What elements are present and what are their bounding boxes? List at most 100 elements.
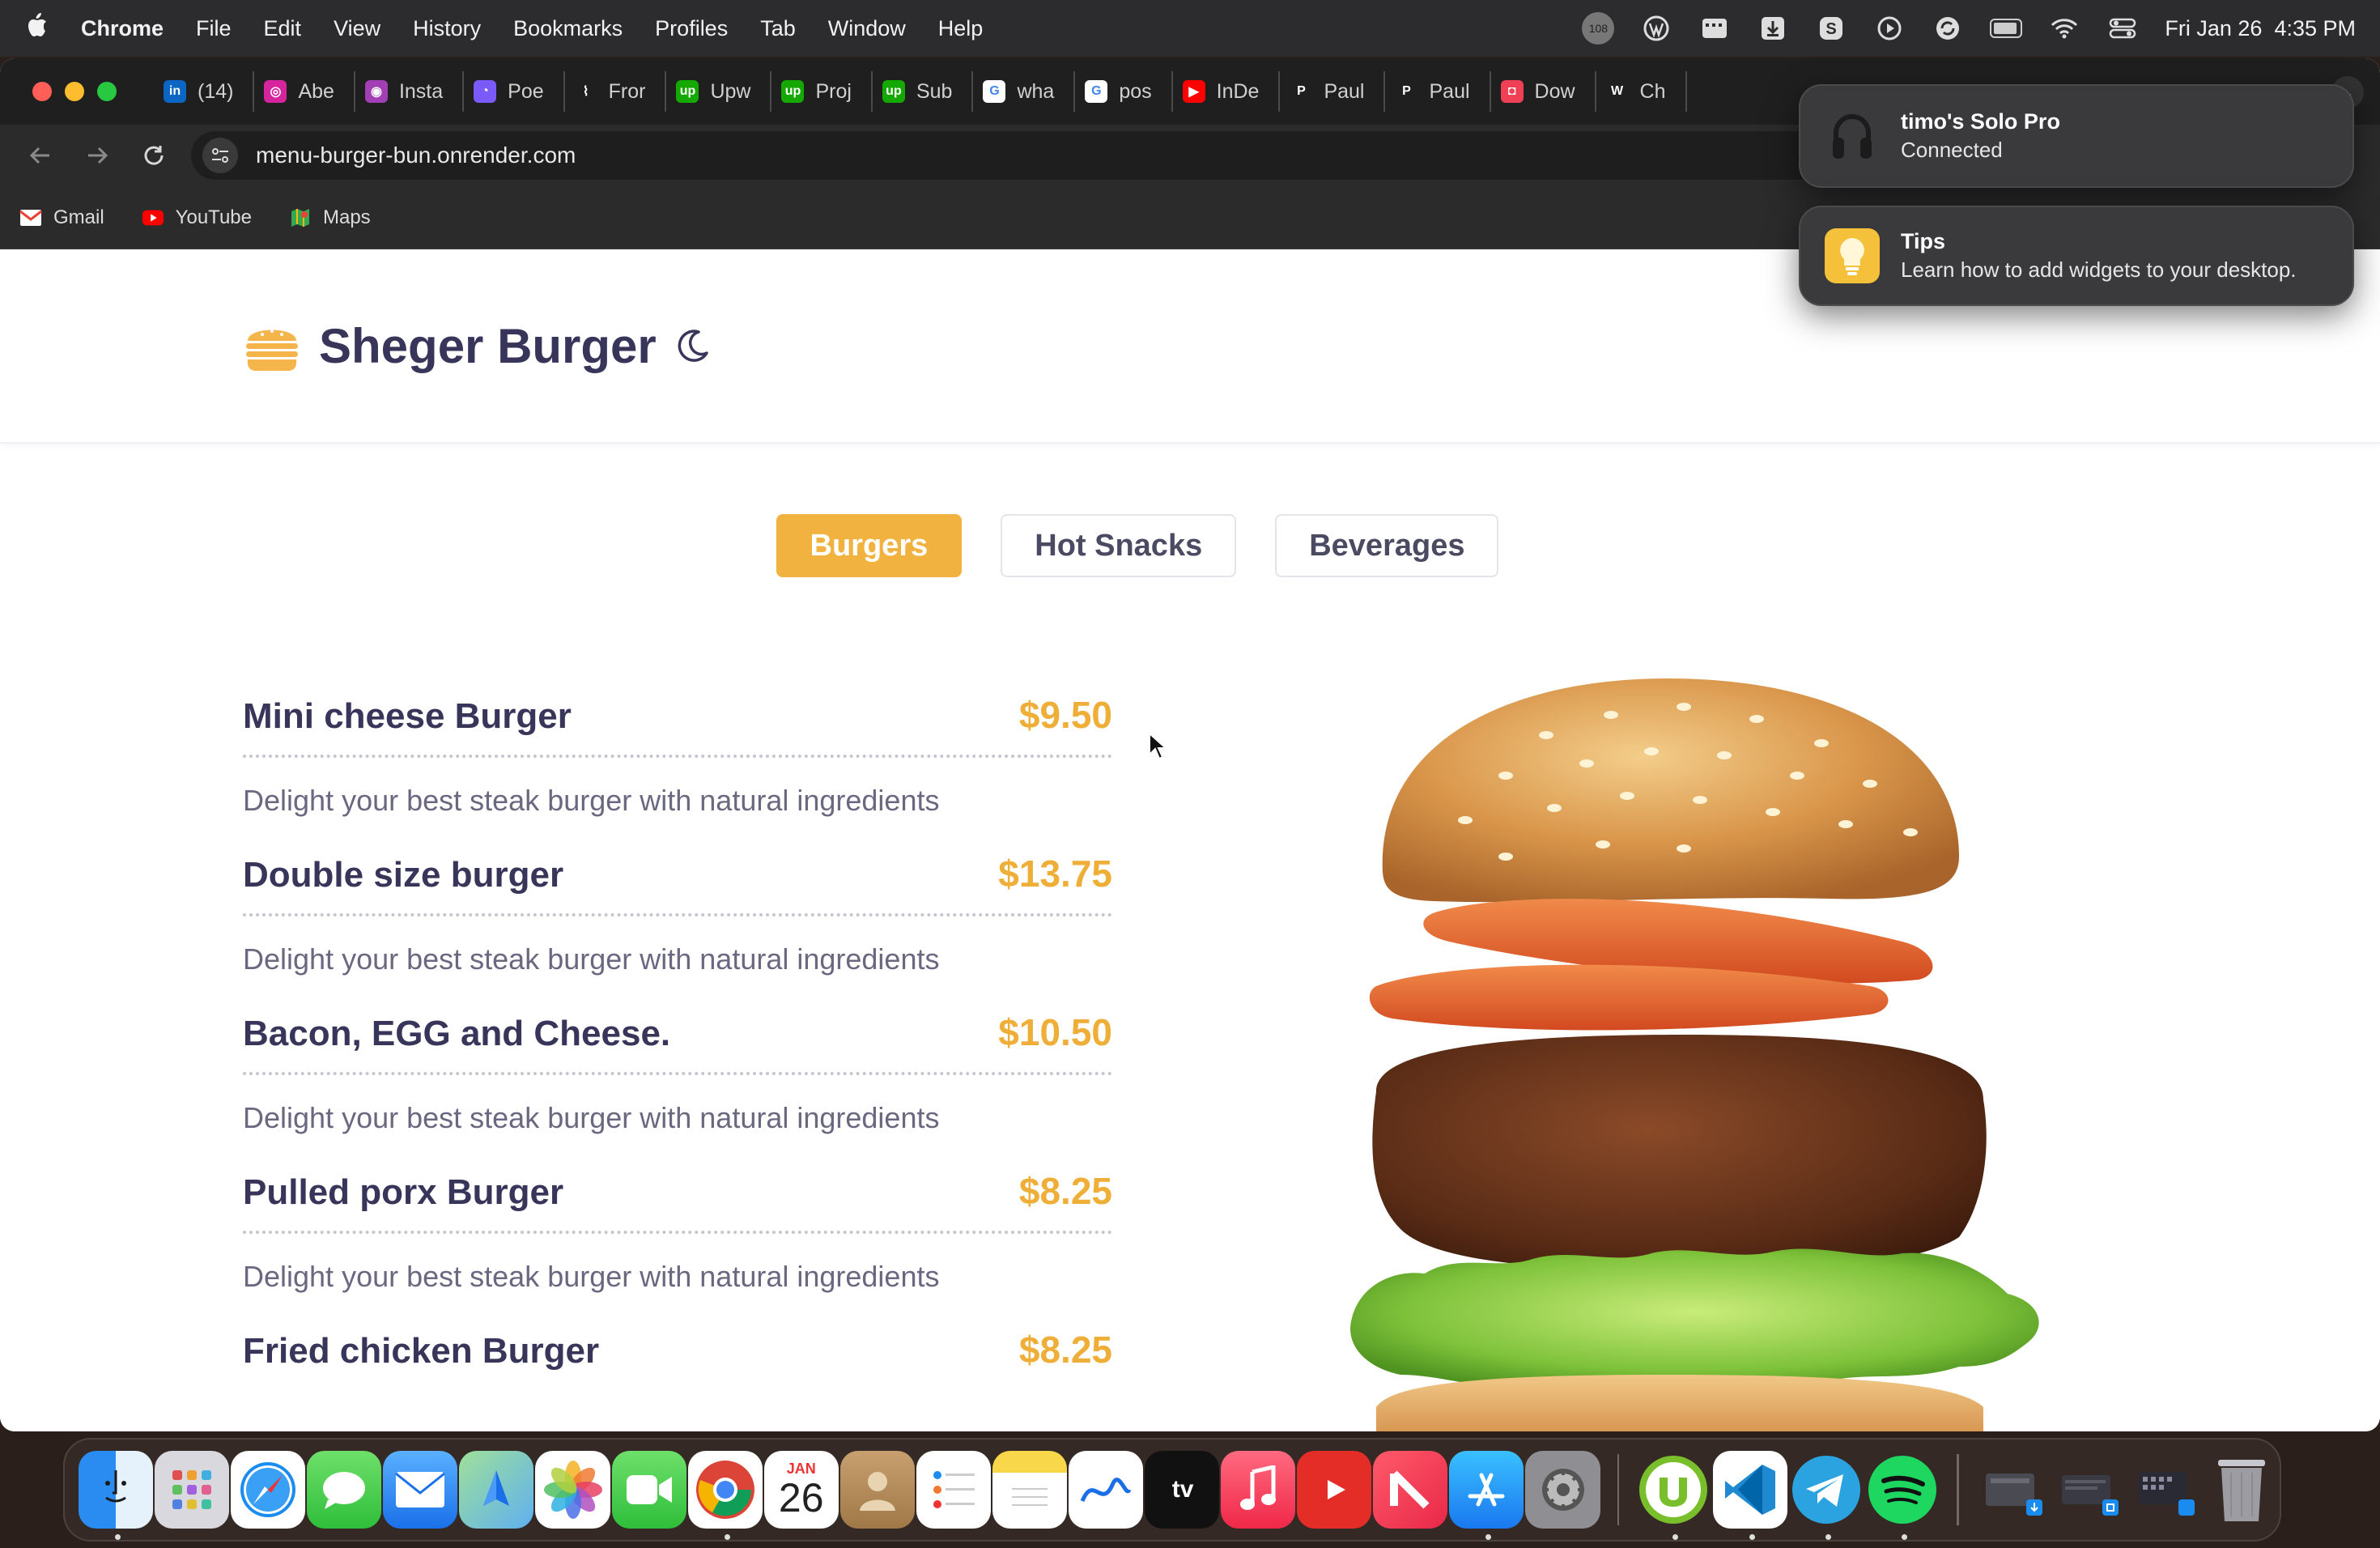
launchpad-icon[interactable] (155, 1451, 230, 1529)
notes-icon[interactable] (992, 1451, 1068, 1529)
menu-help[interactable]: Help (938, 16, 984, 41)
screenshots-stack-icon[interactable] (2128, 1451, 2203, 1529)
zoom-window-button[interactable] (97, 82, 117, 101)
battery-icon[interactable] (1990, 15, 2023, 42)
contacts-icon[interactable] (839, 1451, 915, 1529)
forward-button[interactable] (78, 136, 117, 175)
site-title[interactable]: Sheger Burger (319, 318, 657, 374)
browser-tab[interactable]: ▶ InDe (1173, 71, 1281, 112)
menu-item[interactable]: Pulled porx Burger $8.25 Delight your be… (243, 1169, 1112, 1294)
chrome-icon[interactable] (687, 1451, 763, 1540)
menu-item[interactable]: Fried chicken Burger $8.25 (243, 1328, 1112, 1389)
menu-item[interactable]: Bacon, EGG and Cheese. $10.50 Delight yo… (243, 1010, 1112, 1135)
youtube-icon: ▶ (1182, 80, 1205, 103)
trash-icon[interactable] (2204, 1451, 2279, 1529)
browser-tab[interactable]: up Upw (666, 71, 772, 112)
moon-icon[interactable] (674, 327, 712, 364)
tab-burgers[interactable]: Burgers (776, 514, 963, 577)
browser-tab[interactable]: Gpos (1075, 71, 1173, 112)
play-icon[interactable] (1873, 15, 1906, 42)
close-window-button[interactable] (32, 82, 52, 101)
minimize-window-button[interactable] (65, 82, 84, 101)
address-bar[interactable]: menu-burger-bun.onrender.com (191, 131, 2040, 180)
messages-icon[interactable] (307, 1451, 382, 1529)
menu-item-description: Delight your best steak burger with natu… (243, 1260, 940, 1293)
tab-label: Abe (298, 79, 334, 103)
tab-label: Dow (1534, 79, 1575, 103)
menu-item[interactable]: Double size burger $13.75 Delight your b… (243, 852, 1112, 976)
maps-icon (289, 208, 312, 227)
facetime-icon[interactable] (611, 1451, 686, 1529)
wordpress-icon[interactable] (1640, 15, 1672, 42)
tab-beverages[interactable]: Beverages (1275, 514, 1499, 577)
finder-icon[interactable] (79, 1451, 154, 1540)
freeform-icon[interactable] (1069, 1451, 1144, 1529)
browser-tab[interactable]: up Sub (873, 71, 974, 112)
maps-icon[interactable] (459, 1451, 534, 1529)
url-text[interactable]: menu-burger-bun.onrender.com (256, 142, 576, 168)
tab-hot-snacks[interactable]: Hot Snacks (1001, 514, 1237, 577)
menu-item-name: Bacon, EGG and Cheese. (243, 1014, 671, 1053)
safari-icon[interactable] (231, 1451, 306, 1529)
calendar-icon[interactable]: JAN 26 (763, 1451, 839, 1529)
photos-icon[interactable] (535, 1451, 610, 1529)
finder-bar-icon[interactable] (1698, 15, 1731, 42)
site-info-icon[interactable] (202, 138, 238, 173)
menu-tab[interactable]: Tab (760, 16, 796, 41)
download-icon[interactable] (1757, 15, 1789, 42)
browser-tab[interactable]: up Proj (771, 71, 873, 112)
menu-history[interactable]: History (413, 16, 481, 41)
notification-headphones[interactable]: timo's Solo Pro Connected (1799, 84, 2354, 188)
notification-tips[interactable]: Tips Learn how to add widgets to your de… (1799, 206, 2354, 306)
browser-tab[interactable]: ◔ Poe (464, 71, 565, 112)
browser-tab[interactable]: ◘ Dow (1491, 71, 1596, 112)
browser-tab[interactable]: P Paul (1385, 71, 1491, 112)
utorrent-icon[interactable] (1636, 1451, 1711, 1540)
browser-tab[interactable]: W Ch (1596, 71, 1687, 112)
reminders-icon[interactable] (916, 1451, 991, 1529)
apple-tv-icon[interactable]: tv (1145, 1451, 1220, 1529)
app-store-icon[interactable] (1449, 1451, 1524, 1540)
menu-file[interactable]: File (196, 16, 232, 41)
vscode-icon[interactable] (1712, 1451, 1787, 1540)
menu-app-name[interactable]: Chrome (81, 16, 164, 41)
music-icon[interactable] (1221, 1451, 1296, 1529)
telegram-icon[interactable] (1789, 1451, 1864, 1540)
downloads-stack-icon[interactable] (1976, 1451, 2051, 1529)
apple-menu-icon[interactable] (24, 11, 49, 46)
menu-item-header: Mini cheese Burger $9.50 (243, 693, 1112, 758)
reload-button[interactable] (134, 136, 173, 175)
youtube-icon[interactable] (1297, 1451, 1372, 1529)
spotify-icon[interactable] (1865, 1451, 1940, 1540)
menu-profiles[interactable]: Profiles (655, 16, 728, 41)
menu-item-name: Mini cheese Burger (243, 696, 572, 736)
news-icon[interactable] (1373, 1451, 1448, 1529)
menu-item[interactable]: Mini cheese Burger $9.50 Delight your be… (243, 693, 1112, 818)
tab-label: Paul (1429, 79, 1470, 103)
menu-bookmarks[interactable]: Bookmarks (513, 16, 623, 41)
back-button[interactable] (21, 136, 60, 175)
browser-tab[interactable]: P Paul (1280, 71, 1386, 112)
sync-icon[interactable] (1932, 15, 1964, 42)
apple-tv-label: tv (1171, 1476, 1194, 1503)
wifi-icon[interactable] (2048, 15, 2080, 42)
browser-tab[interactable]: ◉ Insta (355, 71, 465, 112)
menu-window[interactable]: Window (828, 16, 906, 41)
menubar-datetime[interactable]: Fri Jan 26 4:35 PM (2165, 16, 2356, 41)
mail-icon[interactable] (383, 1451, 458, 1529)
documents-stack-icon[interactable] (2052, 1451, 2127, 1529)
bookmark-gmail[interactable]: Gmail (19, 206, 104, 229)
menu-view[interactable]: View (334, 16, 380, 41)
notification-count-icon[interactable]: 108 (1582, 12, 1615, 45)
bookmark-youtube[interactable]: YouTube (142, 206, 252, 229)
system-settings-icon[interactable] (1525, 1451, 1600, 1529)
s-icon[interactable]: S (1815, 15, 1847, 42)
browser-tab[interactable]: ◎ Abe (254, 71, 355, 112)
menu-edit[interactable]: Edit (264, 16, 302, 41)
browser-tab[interactable]: ⌇ Fror (565, 71, 667, 112)
bookmark-maps[interactable]: Maps (289, 206, 371, 229)
browser-tab[interactable]: in (14) (154, 71, 255, 112)
browser-tab[interactable]: Gwha (973, 71, 1076, 112)
control-center-icon[interactable] (2106, 15, 2139, 42)
wikipedia-icon: W (1605, 80, 1629, 103)
